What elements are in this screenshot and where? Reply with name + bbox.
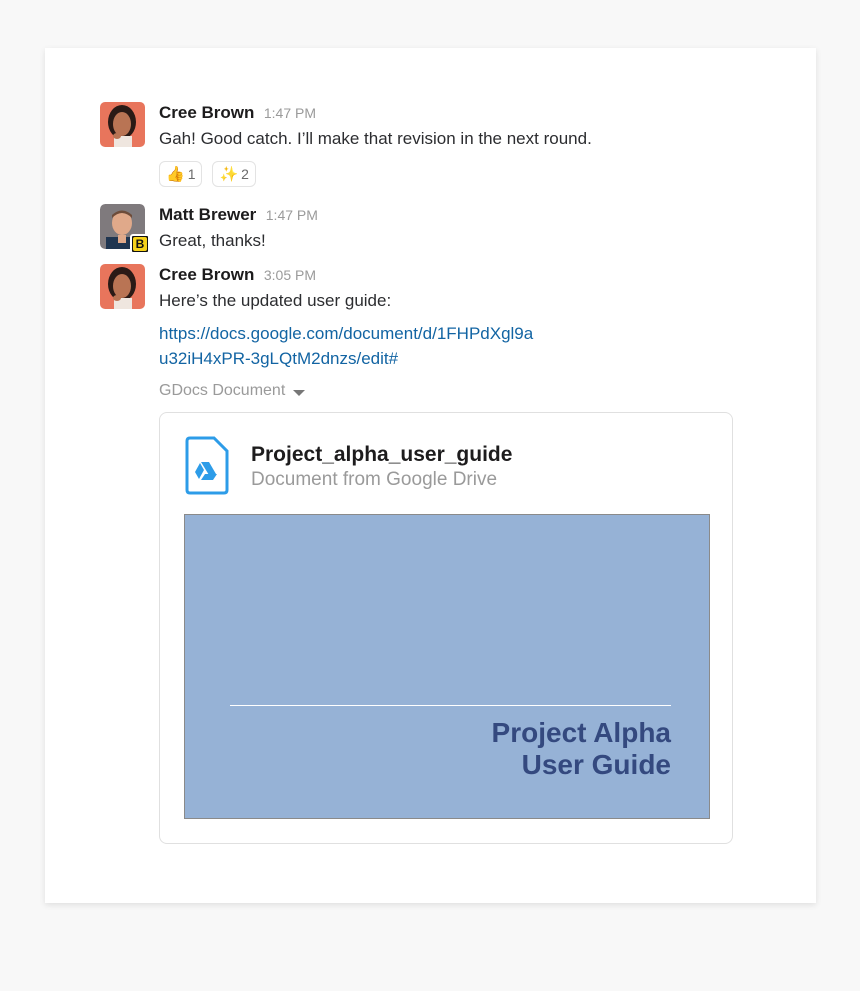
attachment-toggle[interactable]: GDocs Document (159, 379, 306, 403)
message-pane: Cree Brown 1:47 PM Gah! Good catch. I’ll… (45, 48, 816, 903)
app-badge: B (130, 234, 150, 254)
timestamp[interactable]: 1:47 PM (266, 207, 318, 223)
author-name[interactable]: Matt Brewer (159, 205, 256, 224)
document-title[interactable]: Project_alpha_user_guide (251, 443, 512, 467)
reactions: 👍 1 ✨ 2 (159, 161, 779, 187)
document-source: Document from Google Drive (251, 469, 498, 490)
message-text: Gah! Good catch. I’ll make that revision… (159, 129, 592, 148)
preview-title: Project Alpha User Guide (491, 717, 671, 780)
message-text: Great, thanks! (159, 231, 266, 250)
google-drive-icon (184, 435, 230, 495)
reaction-count: 2 (241, 166, 249, 182)
timestamp[interactable]: 3:05 PM (264, 267, 316, 283)
reaction-thumbsup[interactable]: 👍 1 (159, 161, 203, 187)
reaction-count: 1 (187, 166, 196, 182)
author-name[interactable]: Cree Brown (159, 103, 254, 122)
document-link[interactable]: https://docs.google.com/document/d/1FHPd… (159, 321, 539, 371)
attachment-label: GDocs Document (159, 382, 286, 399)
sparkles-icon: ✨ (219, 165, 239, 183)
avatar[interactable] (100, 264, 145, 309)
reaction-sparkles[interactable]: ✨ 2 (212, 161, 256, 187)
avatar[interactable]: B (100, 204, 150, 254)
avatar[interactable] (100, 102, 145, 147)
caret-down-icon (293, 389, 306, 396)
preview-divider (230, 705, 671, 706)
timestamp[interactable]: 1:47 PM (264, 105, 316, 121)
message-text: Here’s the updated user guide: (159, 291, 392, 310)
author-name[interactable]: Cree Brown (159, 265, 254, 284)
document-preview-card[interactable]: Project_alpha_user_guide Document from G… (159, 412, 733, 844)
document-thumbnail[interactable]: Project Alpha User Guide (184, 514, 710, 819)
thumbsup-icon: 👍 (166, 165, 185, 183)
